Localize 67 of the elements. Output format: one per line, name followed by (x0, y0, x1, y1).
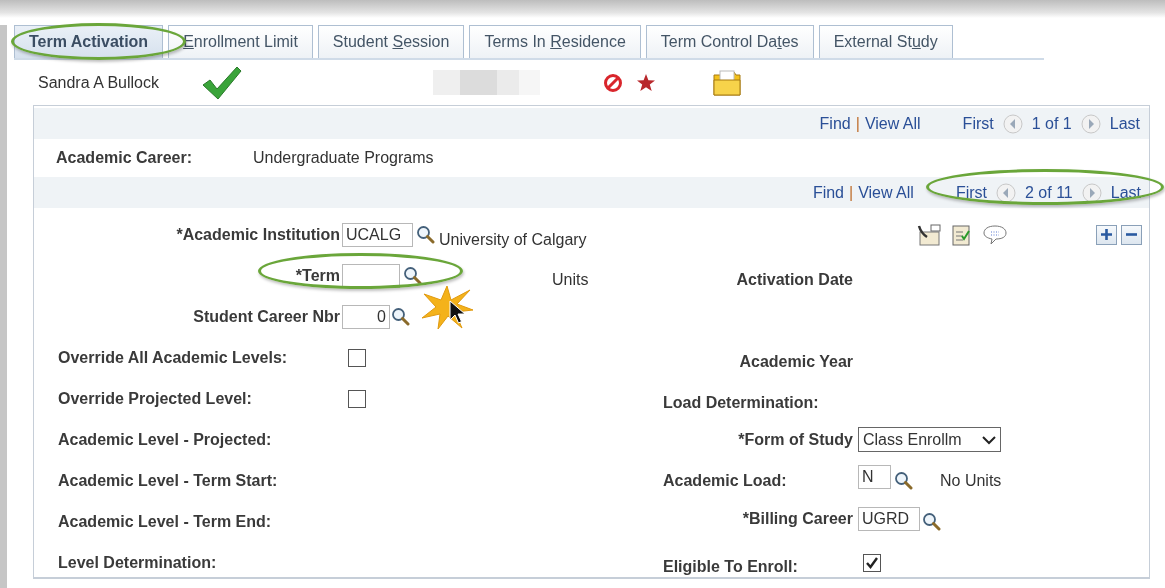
last-link[interactable]: Last (1109, 114, 1140, 133)
field-label: Student Career Nbr (193, 307, 340, 326)
column-heading: Units (552, 270, 589, 289)
input-field[interactable]: 0 (342, 304, 390, 329)
field-label: Academic Load: (663, 471, 787, 490)
field-label: Academic Level - Projected: (58, 430, 272, 449)
field-label: Academic Level - Term Start: (58, 471, 278, 490)
tab[interactable]: Student Session (317, 25, 465, 58)
checkmark-icon (201, 64, 243, 101)
delete-row-button[interactable] (1121, 224, 1142, 245)
field-label: *Academic Institution (176, 225, 340, 244)
view-all-link[interactable]: View All (858, 183, 914, 202)
first-link[interactable]: First (955, 183, 987, 202)
view-all-link[interactable]: View All (864, 114, 921, 133)
tab[interactable]: Terms In Residence (469, 25, 641, 58)
student-name: Sandra A Bullock (38, 73, 160, 92)
search-icon[interactable] (391, 307, 410, 326)
first-link[interactable]: First (962, 114, 994, 133)
cursor-icon (449, 300, 467, 326)
add-row-button[interactable] (1096, 224, 1117, 245)
notepad-icon[interactable] (951, 223, 971, 246)
field-description: No Units (940, 471, 1002, 490)
input-field[interactable]: UGRD (858, 506, 920, 531)
input-field[interactable]: N (858, 464, 891, 489)
field-value: Undergraduate Programs (253, 149, 434, 167)
checkbox[interactable] (348, 348, 366, 367)
field-label: *Term (295, 266, 340, 285)
form-of-study-select[interactable]: Class Enrollm (858, 427, 1001, 452)
checkbox[interactable] (863, 553, 881, 572)
page-count: 2 of 11 (1025, 183, 1073, 202)
star-icon[interactable] (636, 72, 656, 93)
folder-icon[interactable] (712, 68, 742, 97)
field-description: University of Calgary (439, 230, 587, 249)
search-icon[interactable] (922, 512, 941, 531)
prohibited-icon[interactable] (603, 72, 623, 93)
checkbox[interactable] (348, 389, 366, 408)
separator: | (849, 183, 854, 202)
field-label: Academic Level - Term End: (58, 512, 272, 531)
field-label: Level Determination: (58, 553, 217, 572)
speech-bubble-icon[interactable] (983, 223, 1007, 246)
next-icon[interactable] (1081, 182, 1102, 203)
tab[interactable]: External Study (818, 25, 953, 58)
field-label: Load Determination: (663, 393, 819, 412)
column-heading: Activation Date (736, 270, 853, 289)
find-link[interactable]: Find (819, 114, 851, 133)
last-link[interactable]: Last (1110, 183, 1141, 202)
find-link[interactable]: Find (812, 183, 844, 202)
separator: | (855, 114, 860, 133)
field-label: Academic Career: (56, 149, 194, 167)
tab[interactable]: Term Control Dates (645, 25, 814, 58)
search-icon[interactable] (416, 225, 435, 244)
field-label: *Billing Career (742, 509, 853, 528)
input-field[interactable]: UCALG (342, 222, 413, 247)
search-icon[interactable] (403, 266, 422, 285)
previous-icon[interactable] (996, 182, 1016, 203)
plus-icon (1100, 228, 1113, 241)
field-label: Eligible To Enroll: (663, 557, 798, 576)
tab[interactable]: Enrollment Limit (168, 25, 313, 58)
search-icon[interactable] (894, 471, 913, 490)
field-label: Override All Academic Levels: (58, 348, 288, 367)
phone-note-icon[interactable] (917, 223, 941, 246)
input-field[interactable] (342, 263, 400, 288)
page-count: 1 of 1 (1031, 114, 1072, 133)
column-heading: Academic Year (739, 352, 853, 371)
field-label: Override Projected Level: (58, 389, 252, 408)
caret-icon (982, 434, 996, 445)
field-label: *Form of Study (738, 430, 853, 449)
